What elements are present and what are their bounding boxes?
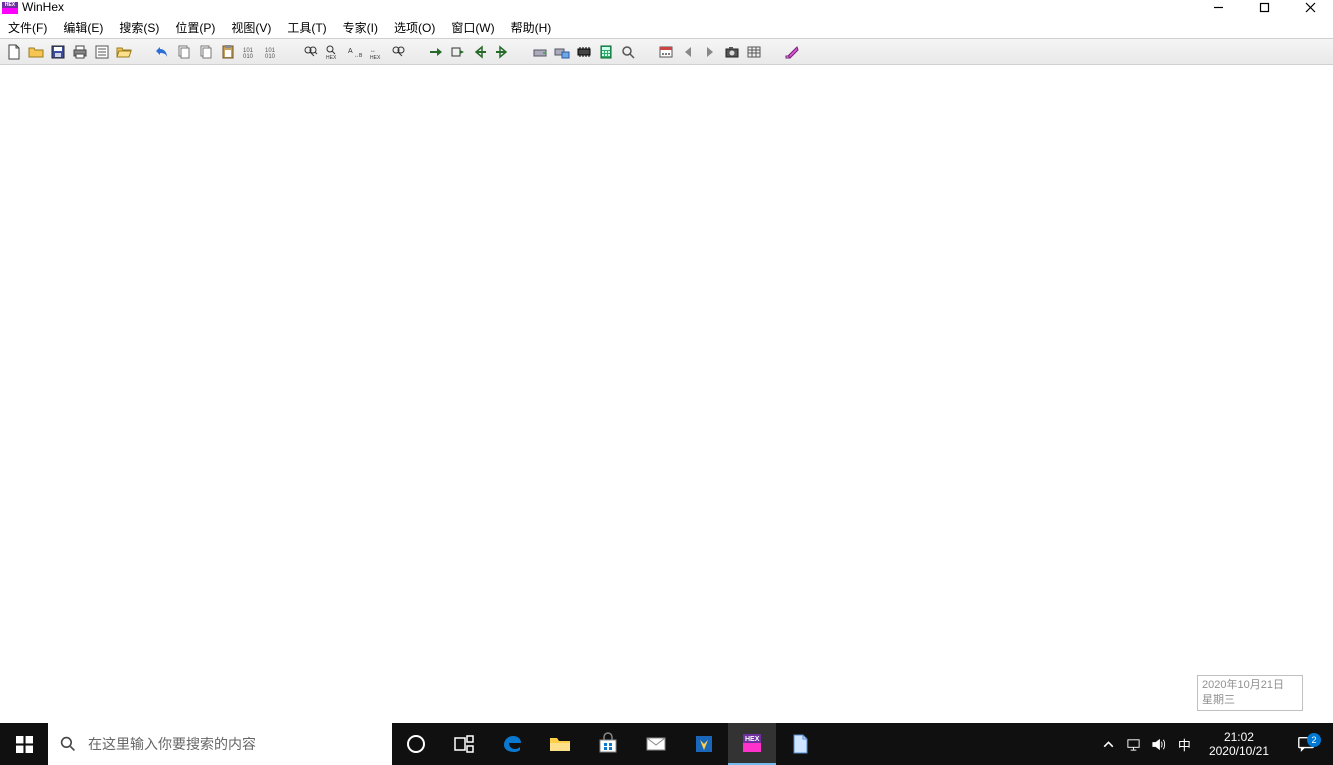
calculator-icon[interactable]: [596, 42, 616, 62]
open-disk-icon[interactable]: [530, 42, 550, 62]
tooltip-weekday: 星期三: [1202, 693, 1298, 708]
goto-offset-icon[interactable]: [448, 42, 468, 62]
help-icon[interactable]: [782, 42, 802, 62]
paste-hex-icon[interactable]: 101010: [262, 42, 282, 62]
titlebar: HEX WinHex: [0, 0, 1333, 18]
back-icon[interactable]: [470, 42, 490, 62]
next-sector-icon[interactable]: [700, 42, 720, 62]
clock-tooltip: 2020年10月21日 星期三: [1197, 675, 1303, 711]
action-center-icon[interactable]: 2: [1285, 735, 1327, 753]
clock-time: 21:02: [1209, 730, 1269, 744]
print-icon[interactable]: [70, 42, 90, 62]
menu-tools[interactable]: 工具(T): [279, 18, 334, 38]
search-icon: [60, 736, 76, 752]
paste-icon[interactable]: [218, 42, 238, 62]
cortana-icon[interactable]: [392, 723, 440, 765]
maximize-button[interactable]: [1241, 0, 1287, 18]
winhex-taskbar-icon[interactable]: HEX: [728, 723, 776, 765]
menu-help[interactable]: 帮助(H): [503, 18, 560, 38]
tray-overflow-icon[interactable]: [1101, 737, 1116, 752]
properties-icon[interactable]: [92, 42, 112, 62]
svg-text:HEX: HEX: [326, 55, 337, 60]
menu-edit[interactable]: 编辑(E): [55, 18, 111, 38]
menu-expert[interactable]: 专家(I): [335, 18, 386, 38]
menu-options[interactable]: 选项(O): [386, 18, 443, 38]
data-inspector-icon[interactable]: [744, 42, 764, 62]
task-view-icon[interactable]: [440, 723, 488, 765]
svg-text:HEX: HEX: [745, 736, 760, 743]
svg-text:A: A: [348, 48, 353, 55]
titlebar-left: HEX WinHex: [0, 0, 64, 14]
menu-file[interactable]: 文件(F): [0, 18, 55, 38]
cut-icon[interactable]: [174, 42, 194, 62]
taskbar: 在这里输入你要搜索的内容 HEX: [0, 723, 1333, 765]
mail-icon[interactable]: [632, 723, 680, 765]
app-pinned-icon[interactable]: [680, 723, 728, 765]
ime-indicator[interactable]: 中: [1176, 735, 1193, 754]
undo-icon[interactable]: [152, 42, 172, 62]
toolbar: 101010 101010 HEX A↔B ↔HEX: [0, 38, 1333, 65]
save-icon[interactable]: [48, 42, 68, 62]
prev-sector-icon[interactable]: [678, 42, 698, 62]
find-icon[interactable]: [300, 42, 320, 62]
find-hex-icon[interactable]: HEX: [322, 42, 342, 62]
window-controls: [1195, 0, 1333, 18]
minimize-button[interactable]: [1195, 0, 1241, 18]
ram-editor-icon[interactable]: [574, 42, 594, 62]
search-placeholder: 在这里输入你要搜索的内容: [88, 734, 256, 754]
store-icon[interactable]: [584, 723, 632, 765]
menubar: 文件(F) 编辑(E) 搜索(S) 位置(P) 视图(V) 工具(T) 专家(I…: [0, 18, 1333, 38]
volume-icon[interactable]: [1151, 737, 1166, 752]
network-icon[interactable]: [1126, 737, 1141, 752]
svg-text:↔: ↔: [370, 48, 376, 54]
notification-badge: 2: [1307, 733, 1321, 747]
clock-date: 2020/10/21: [1209, 744, 1269, 758]
taskbar-apps: HEX: [392, 723, 824, 765]
disk-tools-icon[interactable]: [552, 42, 572, 62]
close-button[interactable]: [1287, 0, 1333, 18]
svg-text:↔B: ↔B: [354, 53, 362, 59]
svg-text:010: 010: [243, 54, 254, 60]
taskbar-search[interactable]: 在这里输入你要搜索的内容: [48, 723, 392, 765]
client-area: [0, 65, 1333, 723]
open-folder-icon[interactable]: [114, 42, 134, 62]
app-running-icon[interactable]: [776, 723, 824, 765]
forward-icon[interactable]: [492, 42, 512, 62]
menu-window[interactable]: 窗口(W): [443, 18, 502, 38]
menu-search[interactable]: 搜索(S): [111, 18, 167, 38]
paste-bits-icon[interactable]: 101010: [240, 42, 260, 62]
taskbar-clock[interactable]: 21:02 2020/10/21: [1203, 730, 1275, 758]
menu-view[interactable]: 视图(V): [223, 18, 279, 38]
open-file-icon[interactable]: [26, 42, 46, 62]
replace-hex-icon[interactable]: ↔HEX: [366, 42, 386, 62]
svg-text:010: 010: [265, 54, 276, 60]
svg-text:HEX: HEX: [370, 55, 381, 60]
window-title: WinHex: [22, 0, 64, 14]
start-button[interactable]: [0, 723, 48, 765]
file-explorer-icon[interactable]: [536, 723, 584, 765]
find-again-icon[interactable]: [388, 42, 408, 62]
app-icon: HEX: [2, 2, 18, 14]
new-file-icon[interactable]: [4, 42, 24, 62]
system-tray: 中 21:02 2020/10/21 2: [1101, 723, 1333, 765]
menu-position[interactable]: 位置(P): [167, 18, 223, 38]
position-manager-icon[interactable]: [656, 42, 676, 62]
copy-icon[interactable]: [196, 42, 216, 62]
snapshot-icon[interactable]: [722, 42, 742, 62]
goto-icon[interactable]: [426, 42, 446, 62]
find-text-icon[interactable]: A↔B: [344, 42, 364, 62]
tooltip-date: 2020年10月21日: [1202, 678, 1298, 693]
analyze-icon[interactable]: [618, 42, 638, 62]
edge-icon[interactable]: [488, 723, 536, 765]
